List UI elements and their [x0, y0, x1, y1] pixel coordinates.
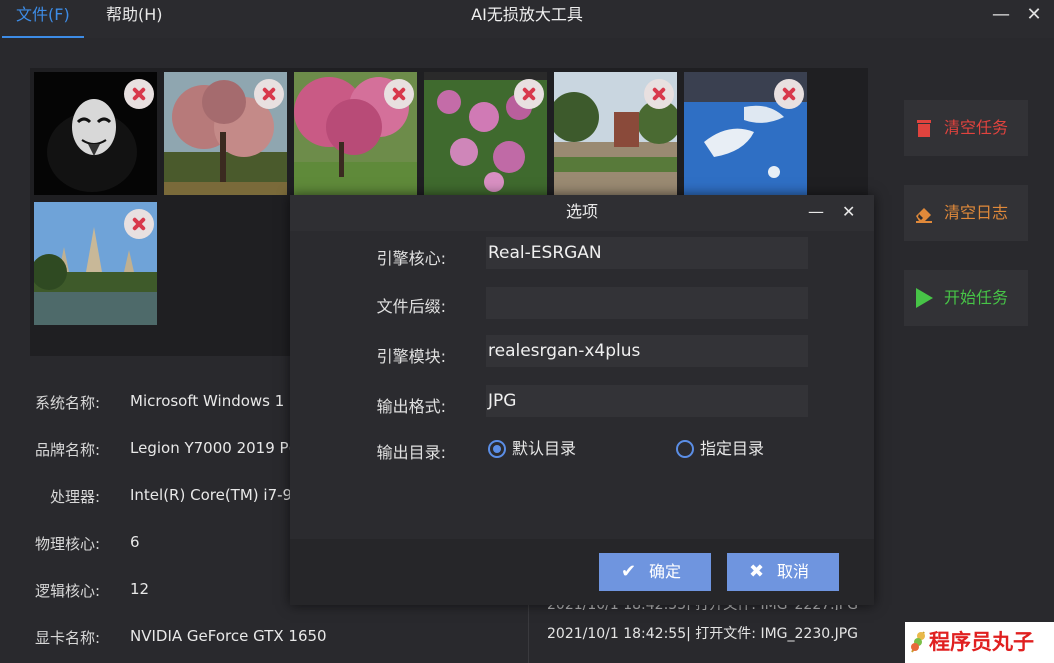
radio-default-label: 默认目录 [512, 439, 577, 458]
info-value: Intel(R) Core(TM) i7-9 [130, 486, 293, 504]
image-thumbnail[interactable] [34, 72, 157, 195]
info-label: 处理器: [49, 488, 100, 506]
remove-image-icon[interactable] [124, 79, 154, 109]
radio-custom-label: 指定目录 [700, 439, 765, 458]
dialog-minimize-button[interactable]: — [808, 195, 824, 229]
dialog-title-bar: 选项 — ✕ [290, 195, 874, 231]
remove-image-icon[interactable] [774, 79, 804, 109]
info-label: 物理核心: [34, 535, 100, 553]
image-thumbnail[interactable] [684, 72, 807, 195]
file-suffix-label: 文件后缀: [376, 297, 446, 316]
info-label: 逻辑核心: [34, 582, 100, 600]
cancel-button[interactable]: ✖ 取消 [727, 553, 839, 591]
remove-image-icon[interactable] [644, 79, 674, 109]
radio-unchecked-icon [676, 440, 694, 458]
log-line: 2021/10/1 18:42:55| 打开文件: IMG_2230.JPG [547, 626, 859, 642]
info-value: 12 [130, 580, 150, 598]
options-dialog: 选项 — ✕ 引擎核心: Real-ESRGAN 文件后缀: 引擎模块: rea… [290, 195, 874, 605]
radio-checked-icon [488, 440, 506, 458]
skewer-icon [911, 631, 925, 653]
title-bar: 文件(F) 帮助(H) AI无损放大工具 — ✕ [0, 0, 1054, 38]
image-thumbnail[interactable] [554, 72, 677, 195]
dialog-title: 选项 [565, 202, 598, 221]
x-icon: ✖ [749, 561, 765, 582]
image-thumbnail[interactable] [424, 72, 547, 195]
file-suffix-input[interactable] [486, 287, 808, 319]
clear-log-button[interactable]: 清空日志 [904, 185, 1028, 241]
check-icon: ✔ [621, 561, 637, 582]
watermark-text: 程序员丸子 [929, 630, 1034, 654]
info-label: 品牌名称: [34, 441, 100, 459]
output-format-label: 输出格式: [376, 397, 446, 416]
play-icon [916, 288, 933, 308]
info-value: Legion Y7000 2019 P( [130, 439, 295, 457]
ok-button[interactable]: ✔ 确定 [599, 553, 711, 591]
output-dir-label: 输出目录: [376, 443, 446, 462]
image-thumbnail[interactable] [294, 72, 417, 195]
watermark: 程序员丸子 [905, 622, 1054, 663]
remove-image-icon[interactable] [124, 209, 154, 239]
app-window: 文件(F) 帮助(H) AI无损放大工具 — ✕ 清空任务 清空日志 开始任务 … [0, 0, 1054, 663]
info-label: 系统名称: [34, 394, 100, 412]
eraser-icon [916, 208, 932, 223]
image-thumbnail[interactable] [34, 202, 157, 325]
remove-image-icon[interactable] [514, 79, 544, 109]
dialog-close-button[interactable]: ✕ [842, 195, 855, 229]
info-value: NVIDIA GeForce GTX 1650 [130, 627, 327, 645]
engine-module-label: 引擎模块: [376, 347, 446, 366]
close-button[interactable]: ✕ [1022, 4, 1046, 28]
info-value: 6 [130, 533, 140, 551]
ok-label: 确定 [649, 562, 682, 581]
clear-tasks-button[interactable]: 清空任务 [904, 100, 1028, 156]
dialog-body: 引擎核心: Real-ESRGAN 文件后缀: 引擎模块: realesrgan… [290, 231, 874, 539]
remove-image-icon[interactable] [384, 79, 414, 109]
app-title: AI无损放大工具 [471, 5, 583, 24]
output-format-field[interactable]: JPG [486, 385, 808, 417]
remove-image-icon[interactable] [254, 79, 284, 109]
image-thumbnail[interactable] [164, 72, 287, 195]
trash-icon [917, 120, 931, 137]
engine-core-label: 引擎核心: [376, 249, 446, 268]
engine-core-field[interactable]: Real-ESRGAN [486, 237, 808, 269]
info-value: Microsoft Windows 1 [130, 392, 285, 410]
engine-module-field[interactable]: realesrgan-x4plus [486, 335, 808, 367]
cancel-label: 取消 [777, 562, 810, 581]
clear-log-label: 清空日志 [944, 203, 1009, 222]
clear-tasks-label: 清空任务 [944, 118, 1009, 137]
start-task-button[interactable]: 开始任务 [904, 270, 1028, 326]
minimize-button[interactable]: — [989, 4, 1013, 28]
start-task-label: 开始任务 [944, 288, 1009, 307]
info-label: 显卡名称: [34, 629, 100, 647]
